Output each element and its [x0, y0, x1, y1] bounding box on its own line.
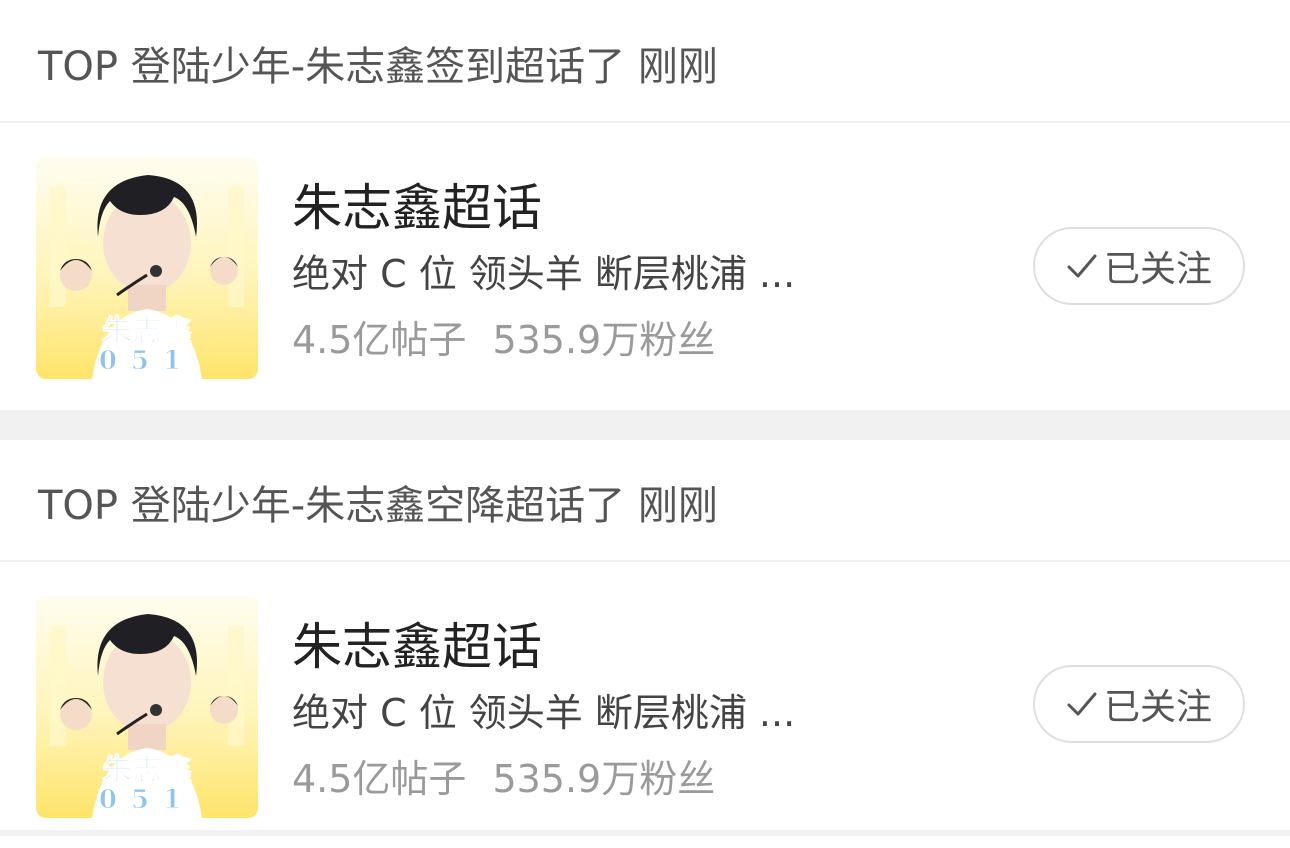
fan-count: 535.9万粉丝 — [492, 318, 716, 362]
topic-row[interactable]: 朱志鑫 051 朱志鑫超话 绝对 C 位 领头羊 断层桃浦 ... 4.5亿帖子… — [0, 562, 1290, 848]
follow-label: 已关注 — [1103, 687, 1212, 728]
topic-title[interactable]: 朱志鑫超话 — [292, 616, 542, 678]
avatar-name-text: 朱志鑫 — [102, 314, 192, 349]
followed-button[interactable]: 已关注 — [1033, 227, 1245, 305]
feed-card: TOP 登陆少年-朱志鑫空降超话了 刚刚 朱志鑫 051 朱志鑫超话 绝对 C … — [0, 440, 1290, 836]
feed-page: TOP 登陆少年-朱志鑫签到超话了 刚刚 朱志鑫 051 朱志鑫超话 绝对 C … — [0, 0, 1290, 836]
section-separator — [0, 830, 1290, 836]
avatar-name-text: 朱志鑫 — [102, 753, 192, 788]
topic-avatar[interactable]: 朱志鑫 051 — [36, 157, 258, 379]
avatar-number-text: 051 — [99, 785, 195, 815]
followed-button[interactable]: 已关注 — [1033, 665, 1245, 743]
post-count: 4.5亿帖子 — [292, 757, 467, 801]
topic-description: 绝对 C 位 领头羊 断层桃浦 ... — [292, 691, 796, 735]
activity-text[interactable]: TOP 登陆少年-朱志鑫空降超话了 刚刚 — [38, 478, 718, 534]
topic-row[interactable]: 朱志鑫 051 朱志鑫超话 绝对 C 位 领头羊 断层桃浦 ... 4.5亿帖子… — [0, 123, 1290, 409]
avatar-illustration: 朱志鑫 051 — [36, 157, 258, 379]
topic-title[interactable]: 朱志鑫超话 — [292, 177, 542, 239]
checkmark-icon — [1066, 252, 1098, 280]
topic-avatar[interactable]: 朱志鑫 051 — [36, 596, 258, 818]
checkmark-icon — [1066, 690, 1098, 718]
fan-count: 535.9万粉丝 — [492, 757, 716, 801]
avatar-illustration: 朱志鑫 051 — [36, 596, 258, 818]
follow-label: 已关注 — [1103, 249, 1212, 290]
section-separator — [0, 410, 1290, 440]
topic-stats: 4.5亿帖子 535.9万粉丝 — [292, 315, 715, 365]
topic-stats: 4.5亿帖子 535.9万粉丝 — [292, 754, 715, 804]
post-count: 4.5亿帖子 — [292, 318, 467, 362]
activity-text[interactable]: TOP 登陆少年-朱志鑫签到超话了 刚刚 — [38, 39, 718, 95]
avatar-number-text: 051 — [99, 346, 195, 376]
topic-description: 绝对 C 位 领头羊 断层桃浦 ... — [292, 252, 796, 296]
feed-card: TOP 登陆少年-朱志鑫签到超话了 刚刚 朱志鑫 051 朱志鑫超话 绝对 C … — [0, 13, 1290, 409]
